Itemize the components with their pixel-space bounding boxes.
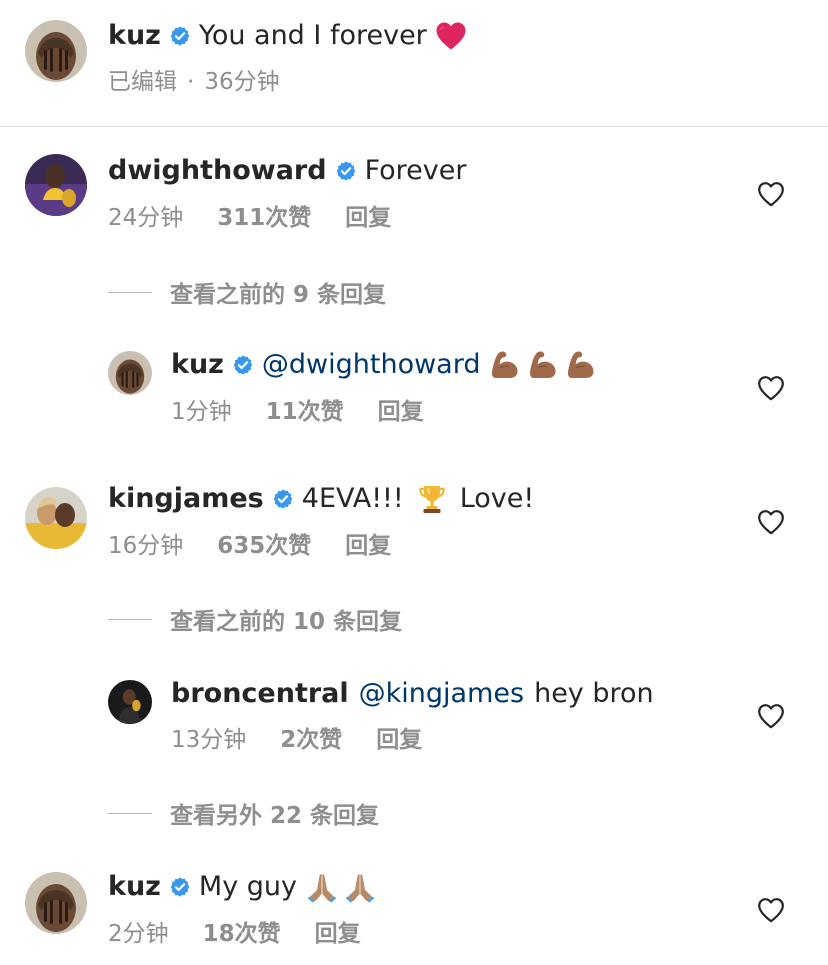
verified-badge-icon (169, 876, 191, 898)
heart-outline-icon[interactable] (757, 181, 785, 207)
reply-text: hey bron (534, 678, 654, 709)
username[interactable]: broncentral (171, 677, 349, 711)
folded-hands-emoji (343, 871, 377, 903)
view-replies-label: 查看之前的 9 条回复 (170, 282, 387, 308)
timestamp: 16分钟 (108, 533, 184, 559)
comment-line: kuz My guy (108, 870, 377, 904)
reply-meta: 1分钟 11次赞 回复 (171, 397, 424, 427)
view-previous-replies[interactable]: 查看之前的 10 条回复 (108, 604, 403, 635)
reply-line: kuz @dwighthoward (171, 348, 597, 382)
meta-dot: · (187, 69, 195, 95)
like-count[interactable]: 11次赞 (266, 397, 344, 427)
reply-button[interactable]: 回复 (345, 531, 391, 561)
avatar[interactable] (25, 20, 87, 82)
timestamp: 13分钟 (171, 727, 247, 753)
timestamp: 36分钟 (204, 69, 280, 95)
avatar[interactable] (25, 487, 87, 549)
mention-link[interactable]: @kingjames (359, 677, 524, 711)
caption-text: You and I forever (198, 20, 427, 51)
comment-text: 4EVA!!! (301, 483, 404, 514)
comment-meta: 2分钟 18次赞 回复 (108, 919, 361, 949)
username[interactable]: kuz (108, 870, 161, 904)
reply-button[interactable]: 回复 (315, 919, 361, 949)
timestamp: 24分钟 (108, 205, 184, 231)
avatar[interactable] (25, 154, 87, 216)
verified-badge-icon (169, 25, 191, 47)
reply-meta: 13分钟 2次赞 回复 (171, 725, 422, 755)
heart-outline-icon[interactable] (757, 703, 785, 729)
username[interactable]: dwighthoward (108, 154, 327, 188)
view-replies-label: 查看之前的 10 条回复 (170, 609, 403, 635)
heart-outline-icon[interactable] (757, 375, 785, 401)
like-count[interactable]: 311次赞 (217, 203, 311, 233)
reply-dash (108, 812, 152, 814)
timestamp: 1分钟 (171, 399, 232, 425)
avatar[interactable] (108, 351, 152, 395)
view-previous-replies[interactable]: 查看之前的 9 条回复 (108, 277, 387, 308)
verified-badge-icon (335, 160, 357, 182)
heart-outline-icon[interactable] (757, 509, 785, 535)
reply-button[interactable]: 回复 (378, 397, 424, 427)
red-heart-emoji (435, 21, 467, 51)
comment-meta: 16分钟 635次赞 回复 (108, 531, 391, 561)
flexed-bicep-emoji (527, 349, 559, 381)
reply-button[interactable]: 回复 (376, 725, 422, 755)
like-count[interactable]: 2次赞 (280, 725, 342, 755)
reply-button[interactable]: 回复 (345, 203, 391, 233)
reply-dash (108, 618, 152, 620)
caption-meta: 已编辑 · 36分钟 (108, 67, 280, 97)
comment-line: kingjames 4EVA!!! Love! (108, 482, 534, 516)
verified-badge-icon (232, 354, 254, 376)
heart-outline-icon[interactable] (757, 897, 785, 923)
username[interactable]: kingjames (108, 482, 264, 516)
reply-dash (108, 291, 152, 293)
divider (0, 126, 828, 127)
view-more-replies[interactable]: 查看另外 22 条回复 (108, 798, 380, 829)
comment-text: Forever (364, 155, 467, 186)
avatar[interactable] (25, 872, 87, 934)
edited-label: 已编辑 (108, 69, 177, 95)
username[interactable]: kuz (108, 19, 161, 53)
flexed-bicep-emoji (565, 349, 597, 381)
trophy-emoji (416, 483, 448, 515)
comment-line: dwighthoward Forever (108, 154, 466, 188)
folded-hands-emoji (305, 871, 339, 903)
like-count[interactable]: 635次赞 (217, 531, 311, 561)
mention-link[interactable]: @dwighthoward (262, 348, 481, 382)
reply-line: broncentral @kingjames hey bron (171, 677, 654, 711)
timestamp: 2分钟 (108, 921, 169, 947)
comment-text: My guy (198, 871, 297, 902)
caption-line: kuz You and I forever (108, 19, 467, 53)
username[interactable]: kuz (171, 348, 224, 382)
flexed-bicep-emoji (489, 349, 521, 381)
view-more-label: 查看另外 22 条回复 (170, 803, 380, 829)
comment-meta: 24分钟 311次赞 回复 (108, 203, 391, 233)
like-count[interactable]: 18次赞 (203, 919, 281, 949)
comment-text-2: Love! (459, 483, 535, 514)
avatar[interactable] (108, 680, 152, 724)
verified-badge-icon (272, 488, 294, 510)
